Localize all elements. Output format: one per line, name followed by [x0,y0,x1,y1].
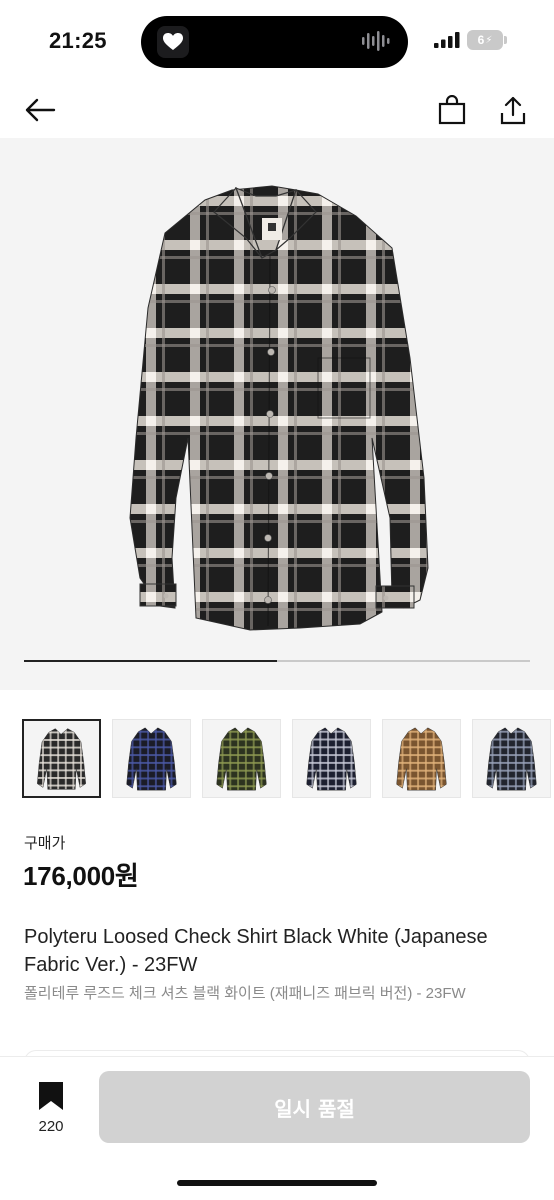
battery-level: 6 [477,33,485,47]
thumbnail-6[interactable] [472,719,551,798]
audio-wave-icon [362,30,392,57]
dynamic-island [141,16,408,68]
wishlist-button[interactable]: 220 [30,1081,72,1137]
thumbnail-shirt-image [486,727,537,791]
thumbnail-2[interactable] [112,719,191,798]
thumbnail-shirt-image [396,727,447,791]
heart-app-icon [157,26,189,58]
product-image-carousel[interactable] [0,138,554,690]
product-title-english: Polyteru Loosed Check Shirt Black White … [24,926,488,976]
thumbnail-5[interactable] [382,719,461,798]
share-button[interactable] [493,90,533,130]
shirt-image [129,185,429,631]
product-title-korean: 폴리테루 루즈드 체크 셔츠 블랙 화이트 (재패니즈 패브릭 버전) - 23… [24,985,466,1002]
price-value: 176,000원 [23,861,139,891]
thumbnail-shirt-image [126,727,177,791]
carousel-progress-track [24,660,530,662]
thumbnail-4[interactable] [292,719,371,798]
home-indicator [177,1180,377,1186]
carousel-progress-fill [24,660,277,662]
shopping-bag-icon [438,95,466,125]
thumbnail-shirt-image [37,728,86,790]
thumbnail-1[interactable] [22,719,101,798]
battery-icon: 6 ⚡ [467,30,503,50]
thumbnail-shirt-image [306,727,357,791]
thumbnail-3[interactable] [202,719,281,798]
wishlist-count: 220 [38,1118,64,1135]
thumbnail-shirt-image [216,727,267,791]
back-button[interactable] [20,90,60,130]
cellular-signal-icon [434,32,460,53]
status-time: 21:25 [49,28,107,53]
top-navigation [0,84,554,138]
share-icon [500,96,526,125]
bottom-action-bar: 220 일시 품절 [0,1056,554,1200]
cart-button[interactable] [432,90,472,130]
thumbnail-strip [22,719,554,799]
status-bar: 21:25 6 ⚡ [0,0,554,84]
soldout-button[interactable]: 일시 품절 [99,1071,530,1143]
battery-nub [504,36,507,44]
price-label: 구매가 [24,835,66,852]
bookmark-icon [39,1082,63,1110]
arrow-left-icon [25,98,56,122]
